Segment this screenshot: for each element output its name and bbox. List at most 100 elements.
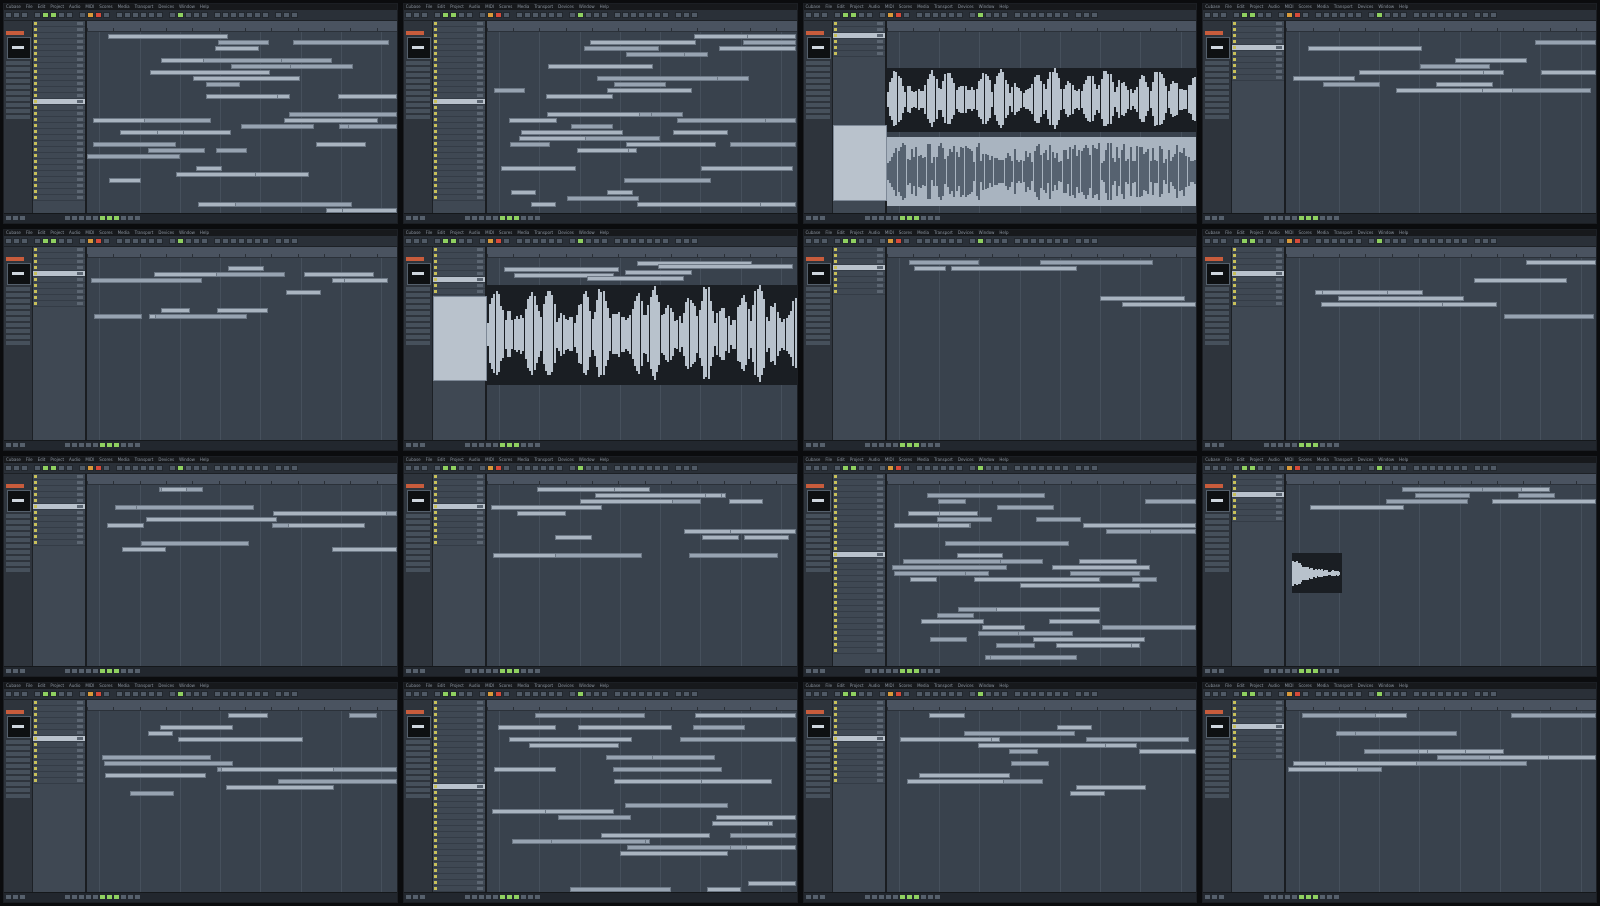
menu-item[interactable]: Cubase [1205, 457, 1220, 462]
status-button[interactable] [934, 442, 940, 447]
toolbar-button[interactable] [539, 464, 547, 471]
toolbar-button[interactable] [58, 464, 65, 471]
menu-item[interactable]: Project [50, 457, 64, 462]
toolbar-button[interactable] [878, 238, 886, 245]
waveform-lane[interactable] [886, 137, 1197, 206]
mute-solo-buttons[interactable] [476, 88, 483, 91]
inspector-section[interactable] [6, 543, 30, 548]
toolbar-button[interactable] [621, 12, 629, 18]
toolbar-button[interactable] [124, 464, 131, 471]
toolbar-button[interactable] [1384, 12, 1392, 18]
status-button[interactable] [1334, 442, 1340, 447]
inspector-section[interactable] [1205, 335, 1230, 340]
inspector-section[interactable] [405, 531, 430, 536]
inspector-section[interactable] [6, 775, 30, 780]
mute-solo-buttons[interactable] [476, 278, 483, 282]
mute-solo-buttons[interactable] [476, 516, 483, 520]
menu-item[interactable]: Project [50, 683, 64, 688]
toolbar-button[interactable] [661, 12, 669, 18]
toolbar-button[interactable] [849, 238, 857, 245]
toolbar-button[interactable] [1490, 12, 1498, 18]
midi-part[interactable] [914, 266, 946, 272]
toolbar-button[interactable] [1233, 12, 1241, 18]
midi-part[interactable] [550, 838, 646, 844]
midi-part[interactable] [1010, 760, 1050, 766]
status-button[interactable] [864, 895, 870, 899]
status-button[interactable] [478, 442, 484, 447]
status-button[interactable] [506, 216, 512, 221]
midi-part[interactable] [343, 278, 388, 284]
toolbar-button[interactable] [502, 690, 510, 697]
status-button[interactable] [93, 216, 98, 221]
midi-part[interactable] [1036, 516, 1082, 522]
inspector-section[interactable] [405, 739, 430, 744]
status-button[interactable] [878, 895, 884, 899]
mute-solo-buttons[interactable] [476, 254, 483, 258]
status-button[interactable] [1278, 895, 1284, 899]
midi-part[interactable] [1069, 570, 1141, 576]
toolbar-button[interactable] [291, 464, 298, 471]
midi-part[interactable] [996, 642, 1035, 648]
menu-item[interactable]: Cubase [6, 683, 21, 688]
toolbar-button[interactable] [254, 690, 261, 697]
menu-item[interactable]: Media [118, 230, 130, 235]
status-button[interactable] [1313, 442, 1319, 447]
inspector-track-name[interactable] [805, 483, 824, 488]
inspector-section[interactable] [805, 61, 830, 65]
inspector-section[interactable] [805, 549, 830, 554]
status-button[interactable] [927, 442, 933, 447]
midi-part[interactable] [1076, 784, 1146, 790]
toolbar-button[interactable] [449, 464, 457, 471]
mute-solo-buttons[interactable] [876, 576, 883, 580]
status-button[interactable] [913, 895, 919, 899]
toolbar-button[interactable] [124, 238, 131, 245]
midi-part[interactable] [583, 46, 660, 51]
mute-solo-buttons[interactable] [476, 880, 483, 884]
toolbar-button[interactable] [1323, 690, 1331, 697]
toolbar-button[interactable] [1331, 464, 1339, 471]
status-button[interactable] [135, 895, 140, 899]
toolbar-button[interactable] [923, 464, 931, 471]
status-button[interactable] [1205, 668, 1211, 673]
midi-part[interactable] [1363, 748, 1424, 754]
menu-item[interactable]: Transport [1334, 457, 1353, 462]
inspector-section[interactable] [805, 293, 830, 298]
inspector-track-name[interactable] [805, 709, 824, 714]
mute-solo-buttons[interactable] [876, 260, 883, 264]
toolbar-button[interactable] [576, 464, 584, 471]
mute-solo-buttons[interactable] [876, 582, 883, 586]
mute-solo-buttons[interactable] [1276, 52, 1283, 55]
mute-solo-buttons[interactable] [476, 856, 483, 860]
menu-item[interactable]: Devices [158, 4, 174, 9]
status-button[interactable] [805, 216, 811, 221]
inspector-track-name[interactable] [6, 483, 24, 488]
menu-item[interactable]: File [1225, 4, 1232, 9]
status-button[interactable] [1278, 216, 1284, 221]
toolbar-button[interactable] [1233, 690, 1241, 697]
toolbar-button[interactable] [1294, 238, 1302, 245]
toolbar-button[interactable] [222, 12, 229, 18]
toolbar-button[interactable] [283, 12, 290, 18]
toolbar-button[interactable] [1421, 464, 1429, 471]
menu-item[interactable]: Help [200, 230, 209, 235]
menu-item[interactable]: File [26, 230, 33, 235]
toolbar-button[interactable] [1384, 464, 1392, 471]
status-button[interactable] [79, 216, 84, 221]
status-button[interactable] [20, 442, 25, 447]
status-button[interactable] [499, 216, 505, 221]
midi-part[interactable] [715, 814, 797, 820]
menu-item[interactable]: Cubase [6, 230, 21, 235]
midi-part[interactable] [596, 76, 719, 81]
menu-item[interactable]: Devices [558, 683, 574, 688]
midi-part[interactable] [594, 492, 707, 498]
inspector-section[interactable] [6, 525, 30, 530]
toolbar-button[interactable] [1437, 690, 1445, 697]
midi-part[interactable] [1055, 642, 1132, 648]
inspector-section[interactable] [1205, 555, 1230, 560]
timeline-ruler[interactable] [1286, 21, 1596, 32]
midi-part[interactable] [1301, 712, 1376, 718]
toolbar-button[interactable] [478, 690, 486, 697]
toolbar-button[interactable] [502, 12, 510, 18]
toolbar-button[interactable] [968, 690, 976, 697]
mute-solo-buttons[interactable] [876, 278, 883, 282]
